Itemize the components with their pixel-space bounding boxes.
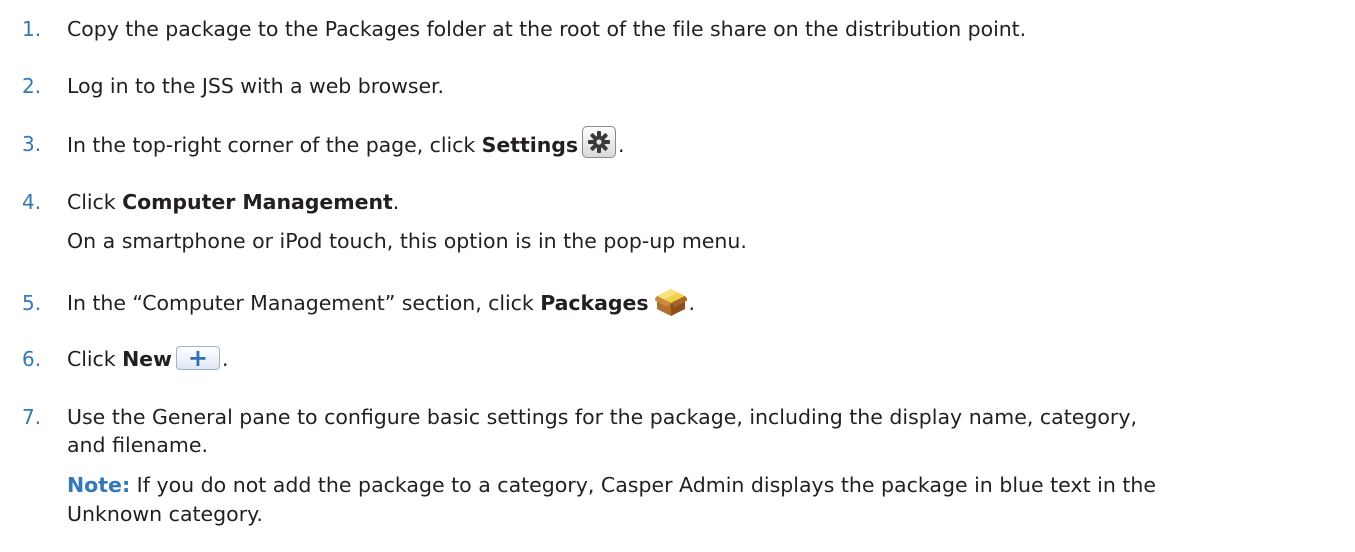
gear-icon: [582, 126, 617, 158]
step-number: 6.: [22, 347, 42, 371]
new-plus-button: +: [175, 344, 220, 372]
step-text-line-1: Use the General pane to configure basic …: [67, 405, 1137, 429]
note-line-1: Note: If you do not add the package to a…: [67, 471, 1156, 500]
step-number: 1.: [22, 17, 42, 41]
step-text: In the top-right corner of the page, cli…: [67, 126, 625, 162]
document-page: { "steps": [ { "number": "1.", "text": "…: [0, 0, 1355, 552]
settings-label: Settings: [481, 133, 579, 157]
step-text-line-2: and filename.: [67, 433, 208, 457]
step-text: Copy the package to the Packages folder …: [67, 17, 1027, 41]
step-number: 5.: [22, 291, 42, 315]
new-label: New: [122, 347, 172, 371]
note-line-2: Unknown category.: [67, 502, 263, 526]
note-text: If you do not add the package to a categ…: [130, 473, 1156, 497]
step-text: In the “Computer Management” section, cl…: [67, 289, 695, 319]
package-icon: [653, 287, 688, 317]
step-text-prefix: Click: [67, 190, 123, 214]
step-text-prefix: In the “Computer Management” section, cl…: [67, 291, 541, 315]
packages-label: Packages: [540, 291, 649, 315]
step-text-suffix: .: [221, 347, 229, 371]
step-number: 7.: [22, 405, 42, 429]
step-text: Log in to the JSS with a web browser.: [67, 74, 444, 98]
step-number: 2.: [22, 74, 42, 98]
note-label: Note:: [67, 473, 131, 497]
step-number: 4.: [22, 190, 42, 214]
step-sub-text: On a smartphone or iPod touch, this opti…: [67, 229, 747, 253]
step-text-suffix: .: [392, 190, 400, 214]
step-text-suffix: .: [688, 291, 696, 315]
step-number: 3.: [22, 132, 42, 156]
step-text: Click Computer Management.: [67, 188, 399, 217]
step-text-suffix: .: [618, 133, 625, 157]
step-text-prefix: Click: [67, 347, 123, 371]
plus-icon: +: [187, 344, 208, 372]
step-text: Click New +.: [67, 344, 229, 374]
computer-management-label: Computer Management: [122, 190, 393, 214]
step-text-prefix: In the top-right corner of the page, cli…: [67, 133, 482, 157]
